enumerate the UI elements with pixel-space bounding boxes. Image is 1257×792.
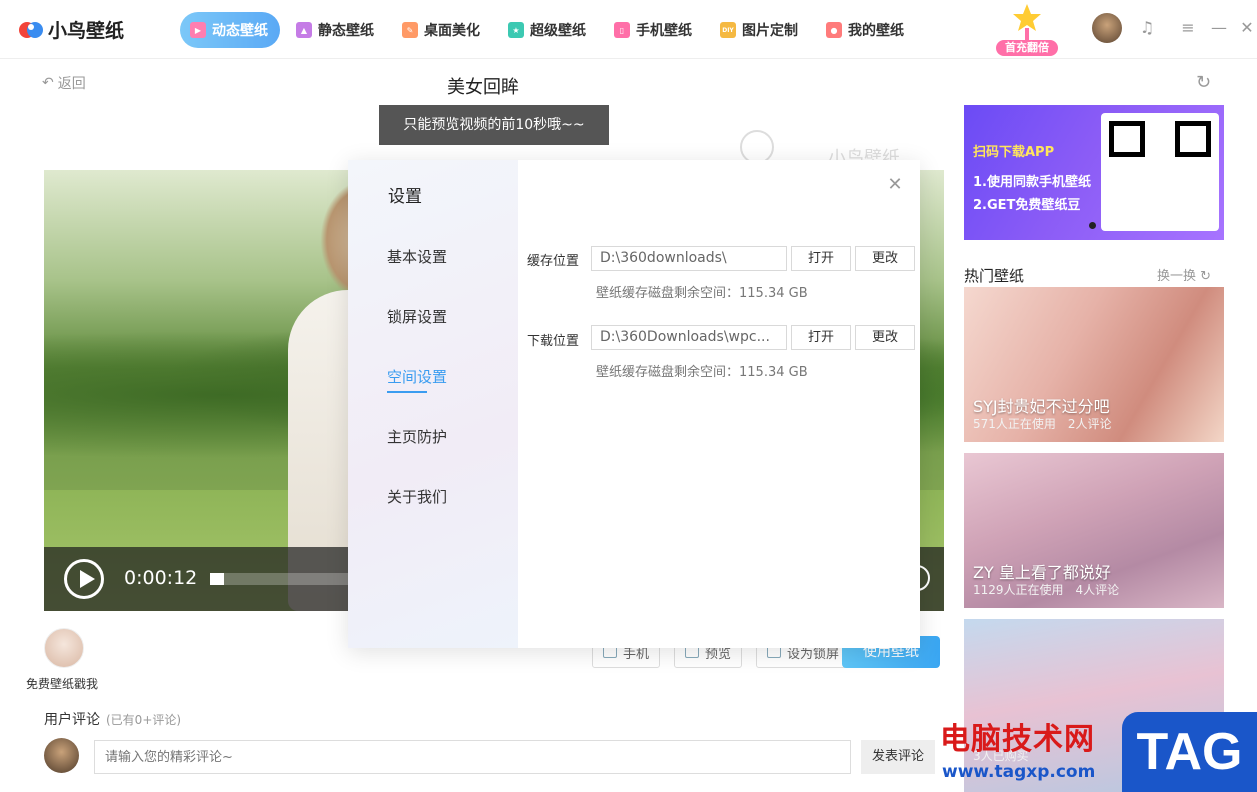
nav-label: 图片定制 [742,23,798,39]
nav-my-wallpaper[interactable]: ● 我的壁纸 [816,12,916,48]
carousel-dot[interactable] [1089,222,1096,229]
open-cache-button[interactable]: 打开 [791,246,851,271]
active-menu-underline [387,391,427,393]
nav-static-wallpaper[interactable]: ▲ 静态壁纸 [286,12,386,48]
hot-wallpaper-card[interactable]: ZY 皇上看了都说好 1129人正在使用 4人评论 [964,453,1224,608]
settings-sidebar: 设置 基本设置 锁屏设置 空间设置 主页防护 关于我们 [348,160,518,648]
close-window-icon[interactable]: ✕ [1237,18,1257,38]
card-comments: 4人评论 [1075,583,1120,597]
banner-line-2: 2.GET免费壁纸豆 [973,198,1081,213]
card-users: 1129人正在使用 [973,583,1064,597]
qr-code-icon [1101,113,1219,231]
card-title: SYJ封贵妃不过分吧 [973,397,1110,416]
bird-logo-icon [19,21,43,38]
download-location-label: 下载位置 [527,334,580,349]
diy-icon: DIY [720,22,736,38]
cache-location-label: 缓存位置 [527,254,580,269]
card-title: ZY 皇上看了都说好 [973,563,1111,582]
settings-menu-homepage-protection[interactable]: 主页防护 [387,426,447,447]
swap-batch-button[interactable]: 换一换 ↻ [1157,265,1211,284]
cache-space-note: 壁纸缓存磁盘剩余空间：115.34 GB [596,286,808,301]
user-avatar[interactable] [1092,13,1122,43]
refresh-icon: ↻ [1200,269,1212,284]
gift-ribbon-icon [1013,4,1041,40]
download-space-note: 壁纸缓存磁盘剩余空间：115.34 GB [596,365,808,380]
minimize-icon[interactable]: — [1209,18,1229,38]
cache-path-field[interactable]: D:\360downloads\ [591,246,787,271]
card-meta: 571人正在使用 2人评论 [973,415,1124,432]
banner-headline: 扫码下载APP [973,145,1055,160]
nav-label: 动态壁纸 [212,23,268,39]
settings-menu-basic[interactable]: 基本设置 [387,246,447,267]
phone-icon: ▯ [614,22,630,38]
settings-dialog: 设置 基本设置 锁屏设置 空间设置 主页防护 关于我们 ✕ 缓存位置 D:\36… [348,160,920,648]
comments-header: 用户评论 (已有0+评论) [44,709,181,729]
user-icon: ● [826,22,842,38]
comments-count: (已有0+评论) [106,713,182,727]
nav-label: 手机壁纸 [636,23,692,39]
free-wallpaper-avatar[interactable] [44,628,84,668]
top-bar: 小鸟壁纸 ▶ 动态壁纸 ▲ 静态壁纸 ✎ 桌面美化 ★ 超级壁纸 ▯ 手机壁纸 [0,0,1257,59]
card-meta: 1129人正在使用 4人评论 [973,581,1131,598]
back-button[interactable]: ↶ 返回 [42,73,86,93]
settings-menu-space[interactable]: 空间设置 [387,366,447,387]
page-title: 美女回眸 [447,77,519,98]
nav-phone-wallpaper[interactable]: ▯ 手机壁纸 [604,12,704,48]
site-watermark-url: www.tagxp.com [942,762,1096,782]
nav-label: 我的壁纸 [848,23,904,39]
play-button[interactable] [64,559,104,599]
app-logo[interactable]: 小鸟壁纸 [18,16,124,43]
back-label: 返回 [57,76,86,92]
image-icon: ▲ [296,22,312,38]
brush-icon: ✎ [402,22,418,38]
first-charge-promo[interactable]: 首充翻倍 [996,0,1058,58]
site-watermark: 电脑技术网 www.tagxp.com TAG [940,712,1257,792]
download-app-banner[interactable]: 扫码下载APP 1.使用同款手机壁纸 2.GET免费壁纸豆 [964,105,1224,240]
preview-limit-toast: 只能预览视频的前10秒哦~~ [379,105,609,145]
nav-custom-image[interactable]: DIY 图片定制 [710,12,810,48]
comment-input[interactable] [94,740,851,774]
progress-fill [210,573,224,585]
promo-label: 首充翻倍 [996,40,1058,56]
bell-icon[interactable]: ♫ [1137,18,1157,38]
hot-wallpapers-title: 热门壁纸 [964,267,1025,285]
swap-batch-label: 换一换 [1157,269,1197,284]
download-path-field[interactable]: D:\360Downloads\wpc... [591,325,787,350]
settings-menu-lockscreen[interactable]: 锁屏设置 [387,306,447,327]
star-icon: ★ [508,22,524,38]
submit-comment-button[interactable]: 发表评论 [861,740,935,774]
change-download-button[interactable]: 更改 [855,325,915,350]
nav-super-wallpaper[interactable]: ★ 超级壁纸 [498,12,598,48]
playback-time: 0:00:12 [124,567,198,589]
settings-title: 设置 [388,187,422,207]
nav-desktop-beautify[interactable]: ✎ 桌面美化 [392,12,492,48]
comments-title: 用户评论 [44,712,100,728]
commenter-avatar [44,738,79,773]
free-wallpaper-label[interactable]: 免费壁纸戳我 [26,675,98,692]
refresh-icon[interactable]: ↻ [1196,73,1216,93]
app-window: 小鸟壁纸 ▶ 动态壁纸 ▲ 静态壁纸 ✎ 桌面美化 ★ 超级壁纸 ▯ 手机壁纸 [0,0,1257,792]
banner-line-1: 1.使用同款手机壁纸 [973,175,1091,190]
site-watermark-logo: TAG [1122,712,1257,792]
open-download-button[interactable]: 打开 [791,325,851,350]
close-icon[interactable]: ✕ [886,176,904,194]
nav-label: 桌面美化 [424,23,480,39]
card-users: 571人正在使用 [973,417,1056,431]
site-watermark-title: 电脑技术网 [940,722,1095,757]
nav-dynamic-wallpaper[interactable]: ▶ 动态壁纸 [180,12,280,48]
nav-label: 静态壁纸 [318,23,374,39]
card-comments: 2人评论 [1067,417,1112,431]
main-nav: ▶ 动态壁纸 ▲ 静态壁纸 ✎ 桌面美化 ★ 超级壁纸 ▯ 手机壁纸 DIY 图… [180,12,916,48]
change-cache-button[interactable]: 更改 [855,246,915,271]
settings-menu-about[interactable]: 关于我们 [387,486,447,507]
hot-wallpaper-card[interactable]: SYJ封贵妃不过分吧 571人正在使用 2人评论 [964,287,1224,442]
app-name: 小鸟壁纸 [48,20,125,42]
back-arrow-icon: ↶ [42,75,54,91]
menu-icon[interactable]: ≡ [1178,18,1198,38]
nav-label: 超级壁纸 [530,23,586,39]
bird-watermark-icon [740,130,774,164]
video-play-icon: ▶ [190,22,206,38]
